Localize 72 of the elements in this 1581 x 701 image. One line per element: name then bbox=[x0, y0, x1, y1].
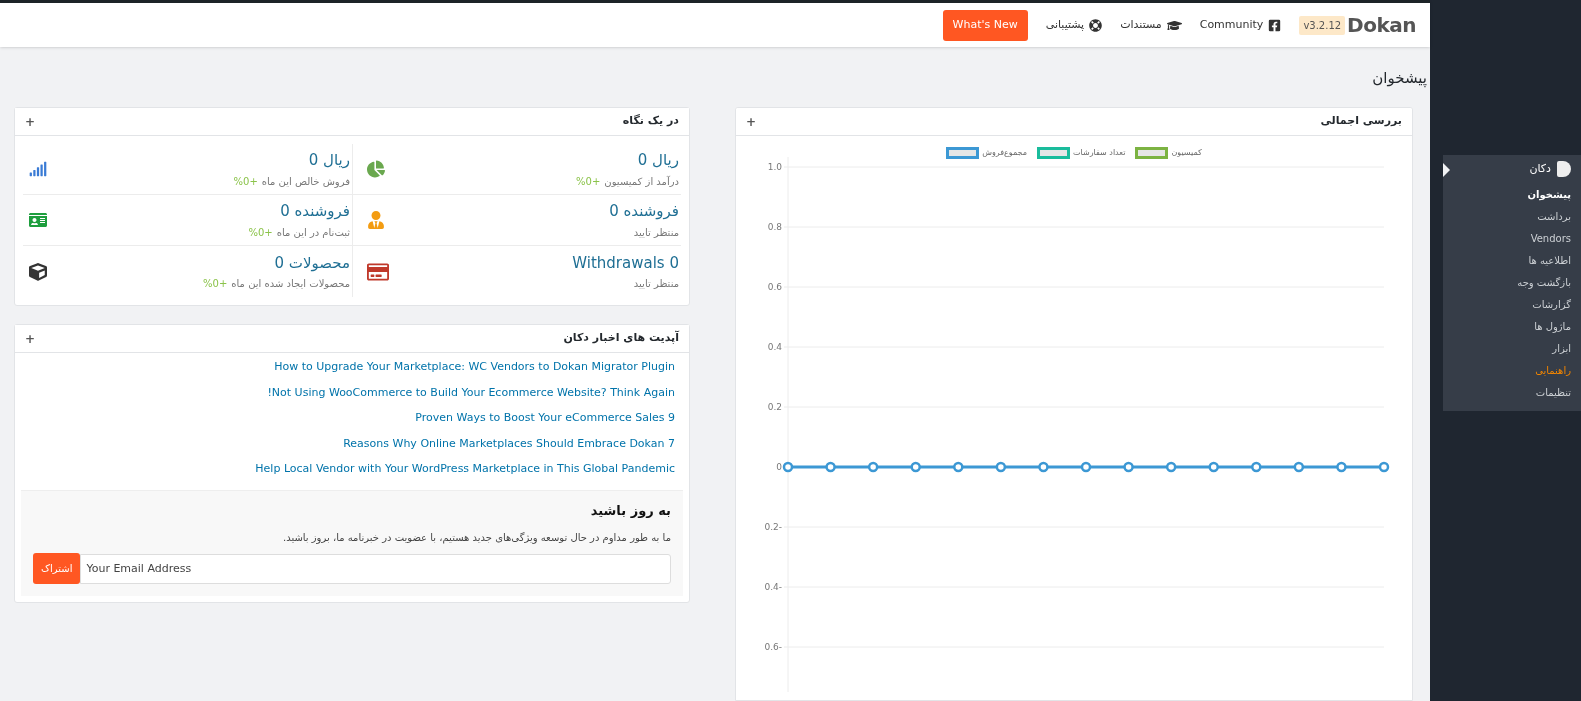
menu-item[interactable]: تنظیمات bbox=[1443, 381, 1571, 403]
stat-label: درآمد از کمیسیون bbox=[604, 175, 679, 187]
credit-card-icon bbox=[367, 260, 389, 283]
y-tick-label: 0.8 bbox=[767, 222, 782, 232]
lifebuoy-icon bbox=[1089, 18, 1103, 32]
toggle-button[interactable]: + bbox=[746, 112, 757, 131]
legend-label: تعداد سفارشات bbox=[1073, 146, 1126, 159]
dokan-logo: Dokan bbox=[1347, 12, 1416, 39]
menu-item[interactable]: گزارشات bbox=[1443, 293, 1571, 315]
bar-chart-icon bbox=[29, 160, 47, 178]
menu-item[interactable]: راهنمایی bbox=[1443, 359, 1571, 381]
legend-swatch[interactable] bbox=[1135, 146, 1169, 159]
version-badge: v3.2.12 bbox=[1299, 15, 1346, 35]
legend-swatch[interactable] bbox=[1037, 146, 1071, 159]
header-link[interactable]: پشتیبانی bbox=[1045, 16, 1103, 34]
panel-title: آپدیت های اخبار دکان bbox=[563, 330, 679, 347]
news-link[interactable]: Help Local Vendor with Your WordPress Marketplace in This Global Pandemic bbox=[255, 461, 675, 478]
stat-value: ریال 0 bbox=[307, 150, 350, 172]
y-tick-label: 1.0 bbox=[767, 162, 782, 172]
stat-change: +0% bbox=[248, 226, 273, 238]
menu-item[interactable]: ماژول ها bbox=[1443, 315, 1571, 337]
y-tick-label: -0.6 bbox=[764, 642, 782, 652]
legend-swatch[interactable] bbox=[946, 146, 980, 159]
y-tick-label: -0.2 bbox=[764, 522, 782, 532]
menu-item[interactable]: پیشخوان bbox=[1443, 183, 1571, 205]
stat-label: محصولات ایجاد شده این ماه bbox=[231, 278, 350, 290]
person-icon bbox=[367, 211, 385, 229]
subscribe-heading: به روز باشید bbox=[589, 501, 671, 520]
stat-value: محصولات 0 bbox=[273, 252, 350, 274]
stat-change: +0% bbox=[203, 278, 228, 290]
y-tick-label: 0.2 bbox=[767, 402, 782, 412]
menu-title[interactable]: دکان bbox=[1529, 160, 1551, 178]
menu-item[interactable]: بازگشت وجه bbox=[1443, 271, 1571, 293]
y-tick-label: 0 bbox=[776, 462, 782, 472]
stat-value: فروشنده 0 bbox=[279, 201, 350, 223]
current-arrow-icon bbox=[1443, 163, 1450, 177]
news-link[interactable]: Not Using WooCommerce to Build Your Ecommerce Website? Think Again! bbox=[267, 384, 675, 401]
menu-item[interactable]: اطلاعیه ها bbox=[1443, 249, 1571, 271]
y-tick-label: 0.6 bbox=[767, 282, 782, 292]
box-icon bbox=[29, 262, 47, 281]
toggle-button[interactable]: + bbox=[25, 329, 36, 348]
panel-title: در یک نگاه bbox=[622, 113, 679, 130]
page-title: پیشخوان bbox=[1371, 68, 1427, 89]
panel-title: بررسی اجمالی bbox=[1320, 113, 1402, 130]
pie-chart-icon bbox=[367, 160, 385, 178]
stat-value: فروشنده 0 bbox=[609, 201, 679, 223]
stat-label: ثبت‌نام در این ماه bbox=[276, 226, 350, 238]
email-field[interactable]: Your Email Address bbox=[80, 553, 671, 584]
header-link[interactable]: Community bbox=[1199, 16, 1282, 34]
legend-label: مجموع‌فروش bbox=[982, 146, 1028, 159]
menu-item[interactable]: برداشت bbox=[1443, 205, 1571, 227]
news-link[interactable]: 7 Reasons Why Online Marketplaces Should Embrace Dokan bbox=[343, 435, 675, 452]
stat-change: +0% bbox=[576, 175, 601, 187]
id-card-icon bbox=[29, 211, 47, 229]
menu-item[interactable]: ابزار bbox=[1443, 337, 1571, 359]
stat-label: منتظر تایید bbox=[633, 278, 679, 290]
y-tick-label: -0.4 bbox=[764, 582, 782, 592]
header-link[interactable]: مستندات bbox=[1120, 16, 1182, 34]
news-link[interactable]: How to Upgrade Your Marketplace: WC Vendors to Dokan Migrator Plugin bbox=[274, 359, 675, 376]
stat-label: فروش خالص این ماه bbox=[261, 175, 350, 187]
stat-value: ریال 0 bbox=[636, 150, 679, 172]
stat-value: 0 Withdrawals bbox=[572, 252, 679, 274]
news-link[interactable]: 9 Proven Ways to Boost Your eCommerce Sales bbox=[415, 410, 675, 427]
stat-change: +0% bbox=[233, 175, 258, 187]
toggle-button[interactable]: + bbox=[25, 112, 36, 131]
menu-item[interactable]: Vendors bbox=[1443, 227, 1571, 249]
facebook-icon bbox=[1268, 18, 1282, 32]
dokan-menu-icon bbox=[1557, 161, 1571, 177]
stat-label: منتظر تایید bbox=[633, 226, 679, 238]
legend-label: کمیسیون bbox=[1171, 146, 1202, 159]
subscribe-text: ما به طور مداوم در حال توسعه ویژگی‌های جدید هستیم، با عضویت در خبرنامه ما، بروز باشید. bbox=[281, 531, 671, 545]
y-tick-label: 0.4 bbox=[767, 342, 782, 352]
